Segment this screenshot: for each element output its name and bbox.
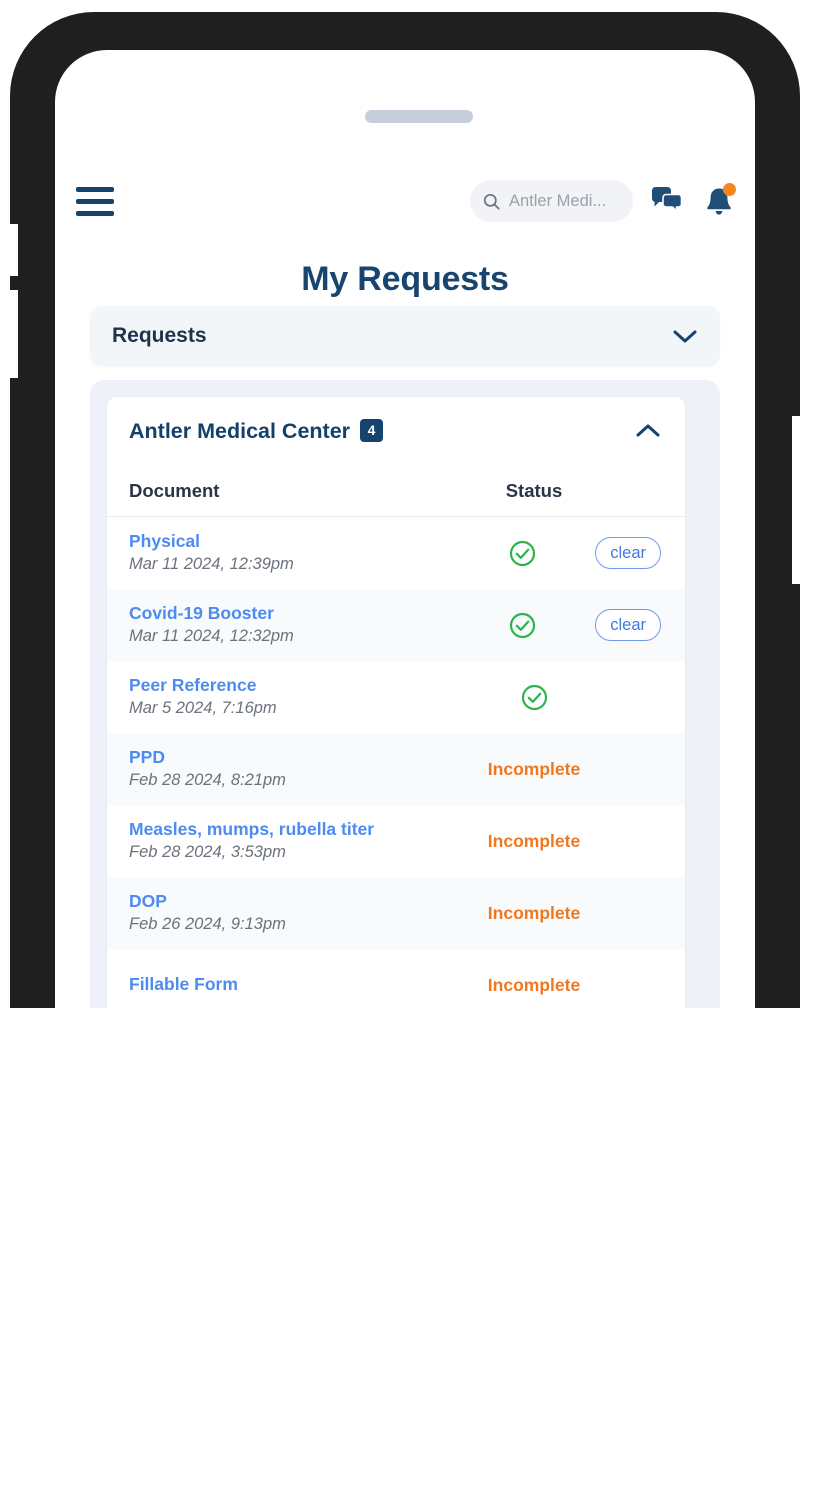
status-cell: Incomplete	[459, 831, 609, 852]
document-link[interactable]: Physical	[129, 531, 450, 553]
menu-bar	[76, 210, 114, 216]
document-cell: Fillable Form	[129, 974, 459, 996]
chat-bubbles-icon	[652, 187, 683, 213]
clear-button[interactable]: clear	[595, 609, 661, 641]
document-link[interactable]: Measles, mumps, rubella titer	[129, 819, 459, 841]
requests-table-body: Physical Mar 11 2024, 12:39pm clear Covid-1…	[107, 517, 685, 1008]
power-button[interactable]	[792, 416, 800, 584]
check-circle-icon	[521, 684, 547, 710]
hamburger-menu-icon[interactable]	[73, 184, 115, 218]
check-circle-icon	[509, 540, 535, 566]
table-row[interactable]: Physical Mar 11 2024, 12:39pm clear	[107, 517, 685, 589]
status-badge: Incomplete	[487, 974, 581, 995]
document-link[interactable]: Peer Reference	[129, 675, 459, 697]
action-cell: clear	[595, 537, 663, 569]
column-header-document: Document	[129, 479, 220, 501]
requests-filter-dropdown[interactable]: Requests	[90, 306, 720, 366]
document-link[interactable]: DOP	[129, 891, 459, 913]
status-cell	[459, 684, 609, 711]
status-badge: Incomplete	[487, 758, 581, 779]
earpiece-speaker	[365, 110, 473, 123]
search-input-value: Antler Medi...	[509, 191, 607, 210]
document-date: Feb 28 2024, 3:53pm	[129, 842, 286, 861]
chevron-down-icon	[673, 330, 697, 343]
status-cell	[450, 612, 596, 639]
menu-bar	[76, 186, 114, 192]
table-row[interactable]: Peer Reference Mar 5 2024, 7:16pm	[107, 661, 685, 733]
table-row[interactable]: Covid-19 Booster Mar 11 2024, 12:32pm clea…	[107, 589, 685, 661]
document-date: Mar 11 2024, 12:39pm	[129, 554, 294, 573]
table-row[interactable]: Fillable Form Incomplete	[107, 949, 685, 1008]
facility-card: Antler Medical Center 4 Document Status …	[107, 397, 685, 1008]
document-cell: DOP Feb 26 2024, 9:13pm	[129, 891, 459, 935]
status-cell: Incomplete	[459, 903, 609, 924]
volume-up-button[interactable]	[10, 224, 18, 276]
action-cell: clear	[595, 609, 663, 641]
search-icon	[483, 193, 500, 209]
facility-request-count-badge: 4	[360, 418, 384, 442]
facility-card-header[interactable]: Antler Medical Center 4	[107, 397, 685, 465]
status-badge: Incomplete	[487, 830, 581, 851]
page-title: My Requests	[301, 260, 509, 298]
app-header: Antler Medi...	[55, 168, 755, 234]
notification-badge	[723, 183, 736, 196]
document-date: Mar 5 2024, 7:16pm	[129, 698, 277, 717]
document-link[interactable]: PPD	[129, 747, 459, 769]
status-cell: Incomplete	[459, 975, 609, 996]
document-link[interactable]: Fillable Form	[129, 974, 459, 996]
messages-button[interactable]	[649, 183, 685, 219]
document-date: Mar 11 2024, 12:32pm	[129, 626, 294, 645]
header-actions: Antler Medi...	[470, 180, 737, 222]
status-cell: Incomplete	[459, 759, 609, 780]
notifications-button[interactable]	[701, 183, 737, 219]
document-date: Feb 28 2024, 8:21pm	[129, 770, 286, 789]
document-cell: Covid-19 Booster Mar 11 2024, 12:32pm	[129, 603, 450, 647]
table-row[interactable]: PPD Feb 28 2024, 8:21pm Incomplete	[107, 733, 685, 805]
document-cell: Peer Reference Mar 5 2024, 7:16pm	[129, 675, 459, 719]
column-header-status: Status	[505, 479, 563, 501]
clear-button[interactable]: clear	[595, 537, 661, 569]
status-cell	[450, 540, 596, 567]
requests-filter-label: Requests	[112, 324, 207, 347]
document-cell: PPD Feb 28 2024, 8:21pm	[129, 747, 459, 791]
menu-bar	[76, 198, 114, 204]
phone-device-frame: Antler Medi... My Requests Requests Antl…	[10, 12, 800, 1008]
facility-name: Antler Medical Center	[129, 418, 351, 443]
search-input[interactable]: Antler Medi...	[470, 180, 633, 222]
table-row[interactable]: Measles, mumps, rubella titer Feb 28 2024…	[107, 805, 685, 877]
chevron-up-icon[interactable]	[635, 423, 661, 439]
table-row[interactable]: DOP Feb 26 2024, 9:13pm Incomplete	[107, 877, 685, 949]
document-link[interactable]: Covid-19 Booster	[129, 603, 450, 625]
requests-scroll-panel[interactable]: Antler Medical Center 4 Document Status …	[90, 380, 720, 1008]
document-cell: Physical Mar 11 2024, 12:39pm	[129, 531, 450, 575]
phone-screen: Antler Medi... My Requests Requests Antl…	[55, 50, 755, 1008]
check-circle-icon	[509, 612, 535, 638]
document-cell: Measles, mumps, rubella titer Feb 28 2024…	[129, 819, 459, 863]
volume-down-button[interactable]	[10, 290, 18, 378]
status-badge: Incomplete	[487, 902, 581, 923]
table-header-row: Document Status	[107, 465, 685, 517]
document-date: Feb 26 2024, 9:13pm	[129, 914, 286, 933]
